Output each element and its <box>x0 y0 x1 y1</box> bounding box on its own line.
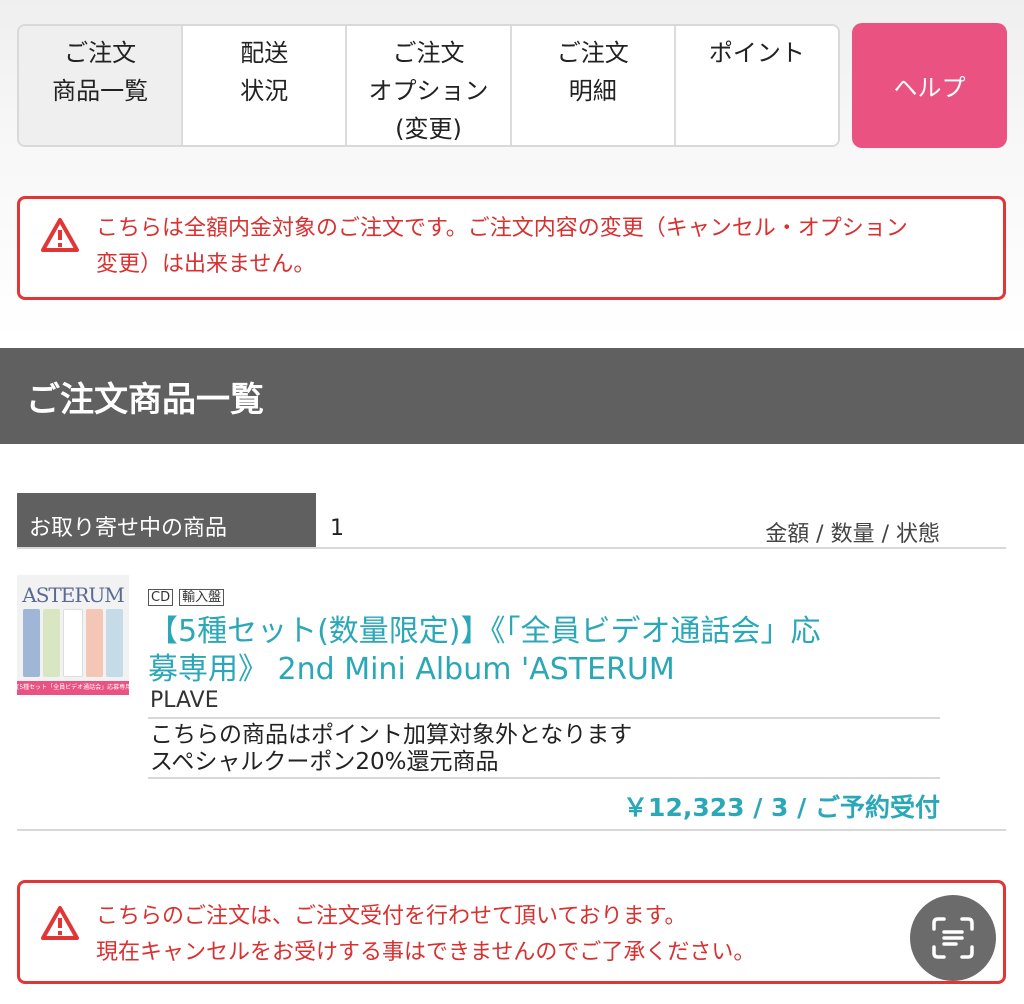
warning-icon <box>41 906 79 940</box>
product-notes: こちらの商品はポイント加算対象外となります スペシャルクーポン20%還元商品 <box>150 722 632 776</box>
tab-order-options[interactable]: ご注文 オプション (変更) <box>347 26 512 145</box>
text-scan-button[interactable] <box>910 895 996 981</box>
section-title: ご注文商品一覧 <box>26 379 264 420</box>
divider <box>17 829 1006 831</box>
section-header: ご注文商品一覧 <box>0 348 1024 444</box>
thumbnail-cards <box>23 609 124 677</box>
album-card <box>23 609 41 677</box>
tab-label-line: ご注文 <box>392 39 465 67</box>
tab-delivery-status[interactable]: 配送 状況 <box>183 26 348 145</box>
alert-text-line: こちらは全額内金対象のご注文です。ご注文内容の変更（キャンセル・オプション <box>96 216 908 241</box>
thumbnail-title: ASTERUM <box>22 583 124 607</box>
product-artist: PLAVE <box>150 688 219 713</box>
album-card <box>63 609 83 677</box>
deposit-alert: こちらは全額内金対象のご注文です。ご注文内容の変更（キャンセル・オプション 変更… <box>17 196 1006 300</box>
divider <box>148 777 940 779</box>
tab-label-line: ポイント <box>708 39 805 67</box>
order-group-count: 1 <box>330 516 344 541</box>
tab-label-line: オプション <box>368 77 489 105</box>
order-group-tab: お取り寄せ中の商品 <box>17 493 316 548</box>
tab-label-line: 配送 <box>240 39 289 67</box>
order-group-label: お取り寄せ中の商品 <box>29 516 228 541</box>
cancel-alert: こちらのご注文は、ご注文受付を行わせて頂いております。 現在キャンセルをお受けす… <box>17 880 1006 984</box>
product-thumbnail[interactable]: ASTERUM [5種セット「全員ビデオ通話会」応募専用] <box>17 575 129 695</box>
warning-icon <box>41 218 79 252</box>
product-title-link[interactable]: 【5種セット(数量限定)】《「全員ビデオ通話会」応 募専用》 2nd Mini … <box>148 613 948 689</box>
coupon-note: スペシャルクーポン20%還元商品 <box>150 749 499 775</box>
album-card <box>43 609 61 677</box>
tab-points[interactable]: ポイント <box>675 26 838 145</box>
divider <box>148 717 940 719</box>
tab-label-line: ご注文 <box>556 39 629 67</box>
album-card <box>85 609 103 677</box>
alert-text-line: 変更）は出来ません。 <box>96 252 316 277</box>
album-card <box>105 609 124 677</box>
tab-label-line: 商品一覧 <box>52 77 149 105</box>
product-title-line: 【5種セット(数量限定)】《「全員ビデオ通話会」応 <box>148 614 821 649</box>
thumbnail-strip: [5種セット「全員ビデオ通話会」応募専用] <box>17 681 129 695</box>
alert-text-line: こちらのご注文は、ご注文受付を行わせて頂いております。 <box>96 904 687 929</box>
tab-label-line: ご注文 <box>64 39 137 67</box>
tab-order-items[interactable]: ご注文 商品一覧 <box>19 26 184 145</box>
help-button-label: ヘルプ <box>893 74 966 102</box>
column-header: 金額 / 数量 / 状態 <box>765 522 940 547</box>
order-nav-tabs: ご注文 商品一覧 配送 状況 ご注文 オプション (変更) ご注文 明細 ポイン… <box>17 24 840 147</box>
tab-label-line: 明細 <box>568 77 617 105</box>
tab-label-line: (変更) <box>395 115 462 143</box>
tab-label-line: 状況 <box>240 77 289 105</box>
price-quantity-status: ￥12,323 / 3 / ご予約受付 <box>623 793 940 822</box>
help-button[interactable]: ヘルプ <box>852 23 1007 148</box>
points-note: こちらの商品はポイント加算対象外となります <box>150 722 633 748</box>
alert-text-line: 現在キャンセルをお受けする事はできませんのでご了承ください。 <box>96 940 756 965</box>
import-badge: 輸入盤 <box>179 589 225 606</box>
format-badge: CD <box>148 589 174 606</box>
product-badges: CD 輸入盤 <box>148 589 225 606</box>
tab-order-details[interactable]: ご注文 明細 <box>511 26 676 145</box>
text-scan-icon <box>932 917 974 959</box>
product-title-line: 募専用》 2nd Mini Album 'ASTERUM <box>148 652 675 687</box>
divider <box>17 547 1006 549</box>
